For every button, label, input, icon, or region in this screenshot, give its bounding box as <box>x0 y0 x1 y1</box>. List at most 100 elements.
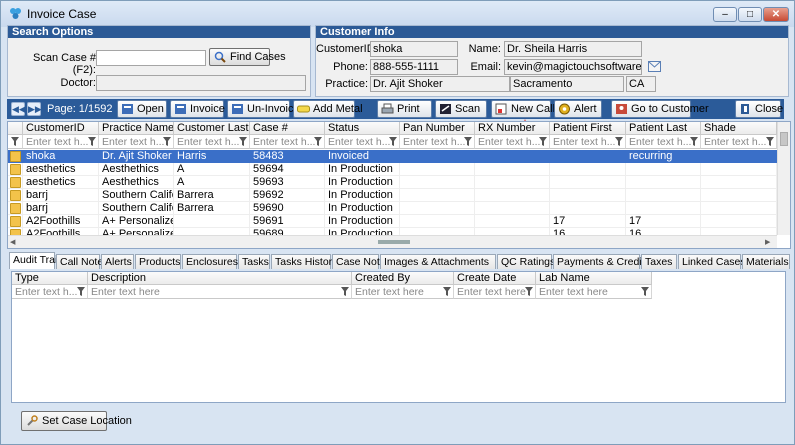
table-cell[interactable] <box>400 189 475 202</box>
tab-payments-credits[interactable]: Payments & Credits <box>553 254 650 269</box>
audit-col-create-date[interactable]: Create Date <box>454 272 536 285</box>
tab-tasks-history[interactable]: Tasks History <box>271 254 337 269</box>
col-header-pan-number[interactable]: Pan Number <box>400 122 475 135</box>
doctor-field[interactable] <box>96 75 306 91</box>
table-cell[interactable]: 16 <box>626 228 701 235</box>
audit-filter-type[interactable]: Enter text h... <box>12 285 88 299</box>
table-cell[interactable]: 17 <box>550 215 626 228</box>
table-cell[interactable]: barrj <box>23 202 99 215</box>
table-cell[interactable]: 59694 <box>250 163 325 176</box>
table-cell[interactable] <box>701 228 777 235</box>
table-cell[interactable] <box>400 215 475 228</box>
set-case-location-button[interactable]: Set Case Location <box>21 411 132 431</box>
tab-tasks[interactable]: Tasks <box>238 254 270 269</box>
table-cell[interactable] <box>475 150 550 163</box>
audit-filter-description[interactable]: Enter text here <box>88 285 352 299</box>
table-row[interactable]: A2FoothillsA+ Personalize... 59691In Prod… <box>8 215 778 228</box>
table-cell[interactable] <box>701 202 777 215</box>
table-cell[interactable]: 59691 <box>250 215 325 228</box>
table-cell[interactable] <box>174 228 250 235</box>
table-cell[interactable]: 59692 <box>250 189 325 202</box>
table-cell[interactable]: 59690 <box>250 202 325 215</box>
table-cell[interactable] <box>701 215 777 228</box>
table-cell[interactable] <box>475 189 550 202</box>
table-cell[interactable]: A2Foothills <box>23 215 99 228</box>
filter-practice-name[interactable]: Enter text h... <box>99 135 174 149</box>
table-cell[interactable] <box>701 163 777 176</box>
table-cell[interactable]: A2Foothills <box>23 228 99 235</box>
splitter-grip[interactable] <box>378 240 410 244</box>
table-cell[interactable]: aesthetics <box>23 176 99 189</box>
audit-col-lab-name[interactable]: Lab Name <box>536 272 652 285</box>
table-cell[interactable]: aesthetics <box>23 163 99 176</box>
table-cell[interactable] <box>626 189 701 202</box>
table-cell[interactable]: In Production <box>325 163 400 176</box>
filter-customer-last[interactable]: Enter text h... <box>174 135 250 149</box>
table-row[interactable]: aesthetics Aesthethics A 59694 In Production <box>8 163 778 176</box>
col-header-customer-last[interactable]: Customer Last ... <box>174 122 250 135</box>
grid-horizontal-scrollbar[interactable]: ◀ ▶ <box>8 235 777 248</box>
tab-taxes[interactable]: Taxes <box>641 254 677 269</box>
table-cell[interactable] <box>626 202 701 215</box>
scan-case-input[interactable] <box>96 50 206 66</box>
filter-patient-last[interactable]: Enter text h... <box>626 135 701 149</box>
col-header-customerid[interactable]: CustomerID <box>23 122 99 135</box>
tab-products[interactable]: Products <box>135 254 181 269</box>
col-header-rx-number[interactable]: RX Number <box>475 122 550 135</box>
table-cell[interactable] <box>701 189 777 202</box>
close-window-button[interactable]: ✕ <box>763 7 789 22</box>
filter-pan-number[interactable]: Enter text h... <box>400 135 475 149</box>
table-cell[interactable]: Aesthethics <box>99 176 174 189</box>
table-row[interactable]: barrjSouthern Califo...Barrera59692In Pr… <box>8 189 778 202</box>
table-cell[interactable]: Barrera <box>174 189 250 202</box>
minimize-button[interactable]: – <box>713 7 737 22</box>
next-page-button[interactable]: ▶▶ <box>27 102 42 116</box>
table-cell[interactable]: 16 <box>550 228 626 235</box>
filter-case-number[interactable]: Enter text h... <box>250 135 325 149</box>
table-cell[interactable]: In Production <box>325 189 400 202</box>
table-cell[interactable]: Southern Califo... <box>99 202 174 215</box>
cases-grid[interactable]: CustomerID Practice Name Customer Last .… <box>7 121 791 249</box>
filter-rx-number[interactable]: Enter text h... <box>475 135 550 149</box>
table-cell[interactable] <box>626 176 701 189</box>
table-cell[interactable] <box>701 176 777 189</box>
table-cell[interactable] <box>550 150 626 163</box>
table-row[interactable]: barrjSouthern Califo...Barrera59690In Pr… <box>8 202 778 215</box>
scroll-right-icon[interactable]: ▶ <box>765 238 770 246</box>
table-cell[interactable] <box>400 228 475 235</box>
go-to-customer-button[interactable]: Go to Customer <box>611 100 709 118</box>
col-header-practice-name[interactable]: Practice Name <box>99 122 174 135</box>
table-cell[interactable]: Dr. Ajit Shoker <box>99 150 174 163</box>
table-cell[interactable] <box>475 163 550 176</box>
email-icon[interactable] <box>648 61 661 72</box>
table-cell[interactable]: 17 <box>626 215 701 228</box>
tab-call-notes[interactable]: Call Notes <box>56 254 108 269</box>
grid-vscroll-thumb[interactable] <box>780 132 788 146</box>
tab-case-notes[interactable]: Case Notes <box>332 254 391 269</box>
audit-col-type[interactable]: Type <box>12 272 88 285</box>
table-cell[interactable]: A+ Personalize... <box>99 228 174 235</box>
filter-status[interactable]: Enter text h... <box>325 135 400 149</box>
print-button[interactable]: Print <box>377 100 432 118</box>
previous-page-button[interactable]: ◀◀ <box>11 102 26 116</box>
col-header-patient-last[interactable]: Patient Last <box>626 122 701 135</box>
find-cases-button[interactable]: Find Cases <box>209 48 286 66</box>
scroll-left-icon[interactable]: ◀ <box>10 238 15 246</box>
table-cell[interactable] <box>400 163 475 176</box>
tab-qc-ratings[interactable]: QC Ratings <box>497 254 555 269</box>
tab-enclosures[interactable]: Enclosures <box>182 254 238 269</box>
alert-button[interactable]: Alert <box>554 100 602 118</box>
table-cell[interactable] <box>550 163 626 176</box>
open-button[interactable]: Open <box>117 100 167 118</box>
table-cell[interactable]: shoka <box>23 150 99 163</box>
col-header-shade[interactable]: Shade <box>701 122 777 135</box>
invoice-button[interactable]: Invoice <box>170 100 225 118</box>
uninvoice-button[interactable]: Un-Invoice <box>227 100 300 118</box>
table-row[interactable]: aesthetics Aesthethics A 59693 In Production <box>8 176 778 189</box>
table-cell[interactable] <box>475 215 550 228</box>
table-cell[interactable]: recurring <box>626 150 701 163</box>
table-cell[interactable]: In Production <box>325 228 400 235</box>
col-header-patient-first[interactable]: Patient First <box>550 122 626 135</box>
table-cell[interactable]: 58483 <box>250 150 325 163</box>
table-cell[interactable] <box>174 215 250 228</box>
